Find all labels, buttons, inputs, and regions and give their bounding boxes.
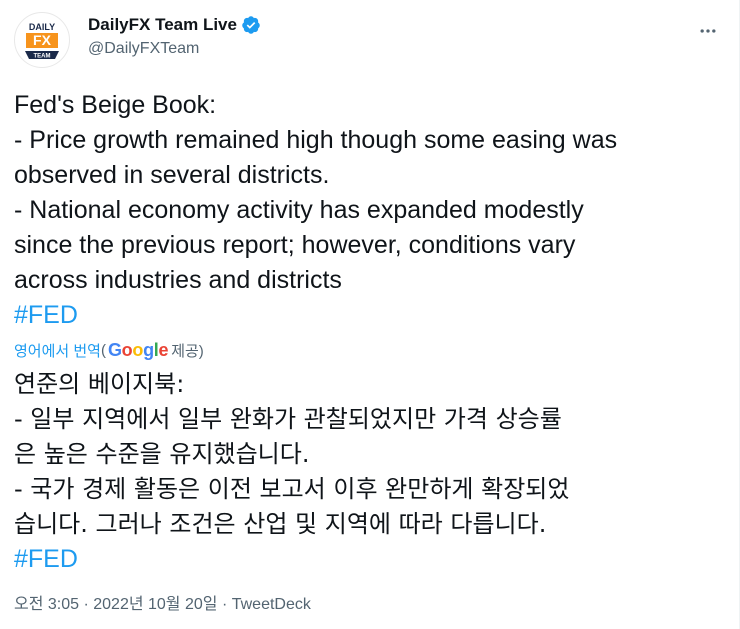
svg-text:DAILY: DAILY <box>29 22 55 32</box>
hashtag-link[interactable]: #FED <box>14 298 725 333</box>
author-names: DailyFX Team Live @DailyFXTeam <box>88 12 261 58</box>
tweet-text-line: - Price growth remained high though some… <box>14 126 618 154</box>
provided-by-label: 제공) <box>171 342 204 360</box>
verified-badge-icon <box>242 16 260 34</box>
tweet-date[interactable]: 2022년 10월 20일 <box>93 596 217 613</box>
more-options-button[interactable] <box>691 14 725 48</box>
tweet-text-line: since the previous report; however, cond… <box>14 231 576 259</box>
translated-text-line: - 국가 경제 활동은 이전 보고서 이후 완만하게 확장되었 <box>14 475 570 503</box>
translated-from-link[interactable]: 영어에서 번역 <box>14 340 101 361</box>
translated-text: 연준의 베이지북: - 일부 지역에서 일부 완화가 관찰되었지만 가격 상승률… <box>14 367 725 577</box>
display-name-row: DailyFX Team Live <box>88 12 261 38</box>
tweet-header: DAILY FX TEAM DailyFX Team Live @DailyFX… <box>14 8 725 70</box>
google-logo-icon: Google <box>107 339 169 360</box>
svg-text:TEAM: TEAM <box>34 54 51 60</box>
tweet-text-line: across industries and districts <box>14 266 342 294</box>
translated-text-line: 연준의 베이지북: <box>14 370 185 398</box>
tweet-text: Fed's Beige Book: - Price growth remaine… <box>14 88 725 333</box>
translated-text-line: 습니다. 그러나 조건은 산업 및 지역에 따라 다릅니다. <box>14 510 547 538</box>
tweet-text-line: - National economy activity has expanded… <box>14 196 584 224</box>
translation-attribution: 영어에서 번역 ( Google 제공) <box>14 337 725 363</box>
tweet-metadata: 오전 3:05 · 2022년 10월 20일 · TweetDeck <box>14 590 311 614</box>
display-name[interactable]: DailyFX Team Live <box>88 15 237 35</box>
separator: · <box>79 596 94 613</box>
tweet-body: Fed's Beige Book: - Price growth remaine… <box>14 88 725 577</box>
open-paren: ( <box>100 341 106 359</box>
tweet: DAILY FX TEAM DailyFX Team Live @DailyFX… <box>0 0 740 629</box>
tweet-time[interactable]: 오전 3:05 <box>14 596 79 613</box>
translated-text-line: - 일부 지역에서 일부 완화가 관찰되었지만 가격 상승률 <box>14 405 562 433</box>
tweet-text-line: Fed's Beige Book: <box>14 91 217 119</box>
translated-text-line: 은 높은 수준을 유지했습니다. <box>14 440 310 468</box>
tweet-source[interactable]: TweetDeck <box>232 596 311 613</box>
dailyfx-logo-icon: DAILY FX TEAM <box>25 22 59 60</box>
translated-hashtag-link[interactable]: #FED <box>14 542 725 577</box>
handle[interactable]: @DailyFXTeam <box>88 40 261 58</box>
separator: · <box>217 596 232 613</box>
svg-text:FX: FX <box>33 32 52 48</box>
tweet-text-line: observed in several districts. <box>14 161 330 189</box>
more-options-icon <box>700 29 716 33</box>
avatar[interactable]: DAILY FX TEAM <box>14 12 70 68</box>
